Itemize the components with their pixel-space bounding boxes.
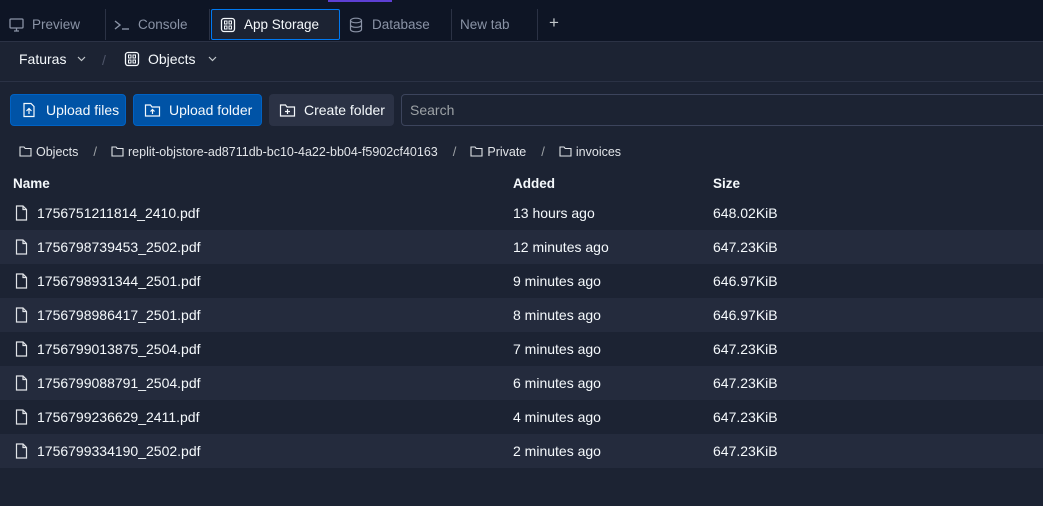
file-added: 13 hours ago	[513, 205, 595, 221]
tab-console[interactable]: Console	[106, 9, 210, 40]
tab-label: App Storage	[244, 17, 320, 32]
file-added: 2 minutes ago	[513, 443, 601, 459]
new-folder-icon	[279, 102, 296, 118]
file-icon	[15, 341, 28, 360]
file-size: 647.23KiB	[713, 409, 778, 425]
file-added: 4 minutes ago	[513, 409, 601, 425]
tab-accent-line	[328, 0, 392, 2]
file-icon	[15, 375, 28, 394]
monitor-icon	[8, 17, 24, 33]
storage-icon	[220, 17, 236, 33]
upload-folder-icon	[144, 102, 161, 118]
breadcrumb: Objects / replit-objstore-ad8711db-bc10-…	[19, 144, 621, 159]
table-header: Name Added Size	[0, 170, 1043, 196]
tab-preview[interactable]: Preview	[0, 9, 106, 40]
file-added: 12 minutes ago	[513, 239, 609, 255]
upload-files-button[interactable]: Upload files	[10, 94, 126, 126]
file-name[interactable]: 1756798931344_2501.pdf	[37, 273, 201, 289]
terminal-icon	[114, 17, 130, 33]
folder-icon	[111, 146, 124, 157]
file-name[interactable]: 1756798986417_2501.pdf	[37, 307, 201, 323]
bucket-selector[interactable]: Faturas	[19, 51, 86, 67]
file-added: 8 minutes ago	[513, 307, 601, 323]
tab-app-storage[interactable]: App Storage	[211, 9, 340, 40]
file-name[interactable]: 1756799236629_2411.pdf	[37, 409, 199, 425]
file-size: 647.23KiB	[713, 239, 778, 255]
create-folder-button[interactable]: Create folder	[269, 94, 394, 126]
view-name: Objects	[148, 51, 196, 67]
view-selector[interactable]: Objects	[124, 51, 217, 67]
file-name[interactable]: 1756799334190_2502.pdf	[37, 443, 201, 459]
breadcrumb-item-objects[interactable]: Objects	[19, 145, 78, 159]
file-size: 646.97KiB	[713, 273, 778, 289]
breadcrumb-separator: /	[452, 144, 457, 159]
table-row[interactable]: 1756798986417_2501.pdf 8 minutes ago 646.9…	[0, 298, 1043, 332]
objects-icon	[124, 51, 140, 67]
table-row[interactable]: 1756799088791_2504.pdf 6 minutes ago 647.2…	[0, 366, 1043, 400]
column-header-name[interactable]: Name	[13, 176, 50, 191]
create-folder-label: Create folder	[304, 102, 385, 118]
column-header-size[interactable]: Size	[713, 176, 740, 191]
chevron-down-icon	[208, 56, 217, 62]
header-separator: /	[102, 52, 106, 68]
file-icon	[15, 239, 28, 258]
file-added: 6 minutes ago	[513, 375, 601, 391]
file-name[interactable]: 1756799088791_2504.pdf	[37, 375, 201, 391]
bucket-name: Faturas	[19, 51, 67, 67]
file-size: 648.02KiB	[713, 205, 778, 221]
upload-file-icon	[21, 102, 37, 118]
table-row[interactable]: 1756799334190_2502.pdf 2 minutes ago 647.2…	[0, 434, 1043, 468]
add-tab-icon[interactable]: +	[545, 14, 563, 32]
tab-label: Database	[372, 17, 430, 32]
breadcrumb-item-bucket[interactable]: replit-objstore-ad8711db-bc10-4a22-bb04-…	[111, 145, 438, 159]
search-placeholder: Search	[410, 102, 455, 118]
upload-folder-button[interactable]: Upload folder	[133, 94, 262, 126]
tab-label: Console	[138, 17, 188, 32]
upload-files-label: Upload files	[46, 102, 120, 118]
table-row[interactable]: 1756799236629_2411.pdf 4 minutes ago 647.2…	[0, 400, 1043, 434]
breadcrumb-item-invoices[interactable]: invoices	[559, 145, 621, 159]
table-row[interactable]: 1756798931344_2501.pdf 9 minutes ago 646.9…	[0, 264, 1043, 298]
column-header-added[interactable]: Added	[513, 176, 555, 191]
file-size: 647.23KiB	[713, 375, 778, 391]
upload-folder-label: Upload folder	[169, 102, 253, 118]
breadcrumb-separator: /	[541, 144, 545, 159]
file-icon	[15, 205, 28, 224]
file-name[interactable]: 1756798739453_2502.pdf	[37, 239, 201, 255]
chevron-down-icon	[77, 56, 86, 62]
tab-label: Preview	[32, 17, 81, 32]
file-name[interactable]: 1756751211814_2410.pdf	[37, 205, 199, 221]
file-icon	[15, 273, 28, 292]
tab-new-tab[interactable]: New tab	[452, 9, 538, 40]
file-name[interactable]: 1756799013875_2504.pdf	[37, 341, 201, 357]
breadcrumb-separator: /	[93, 144, 98, 159]
tab-bar: Preview Console App Storage Database New…	[0, 0, 1043, 42]
file-added: 9 minutes ago	[513, 273, 601, 289]
tab-label: New tab	[460, 17, 510, 32]
file-size: 647.23KiB	[713, 443, 778, 459]
database-icon	[348, 17, 364, 33]
folder-icon	[19, 146, 32, 157]
file-size: 647.23KiB	[713, 341, 778, 357]
folder-icon	[559, 146, 572, 157]
table-row[interactable]: 1756799013875_2504.pdf 7 minutes ago 647.2…	[0, 332, 1043, 366]
file-added: 7 minutes ago	[513, 341, 601, 357]
breadcrumb-item-private[interactable]: Private	[470, 145, 526, 159]
file-size: 646.97KiB	[713, 307, 778, 323]
table-row[interactable]: 1756798739453_2502.pdf 12 minutes ago 647.…	[0, 230, 1043, 264]
file-icon	[15, 307, 28, 326]
file-icon	[15, 443, 28, 462]
folder-icon	[470, 146, 483, 157]
tab-database[interactable]: Database	[340, 9, 452, 40]
file-icon	[15, 409, 28, 428]
search-input[interactable]: Search	[401, 94, 1043, 126]
table-row[interactable]: 1756751211814_2410.pdf 13 hours ago 648.02…	[0, 196, 1043, 230]
